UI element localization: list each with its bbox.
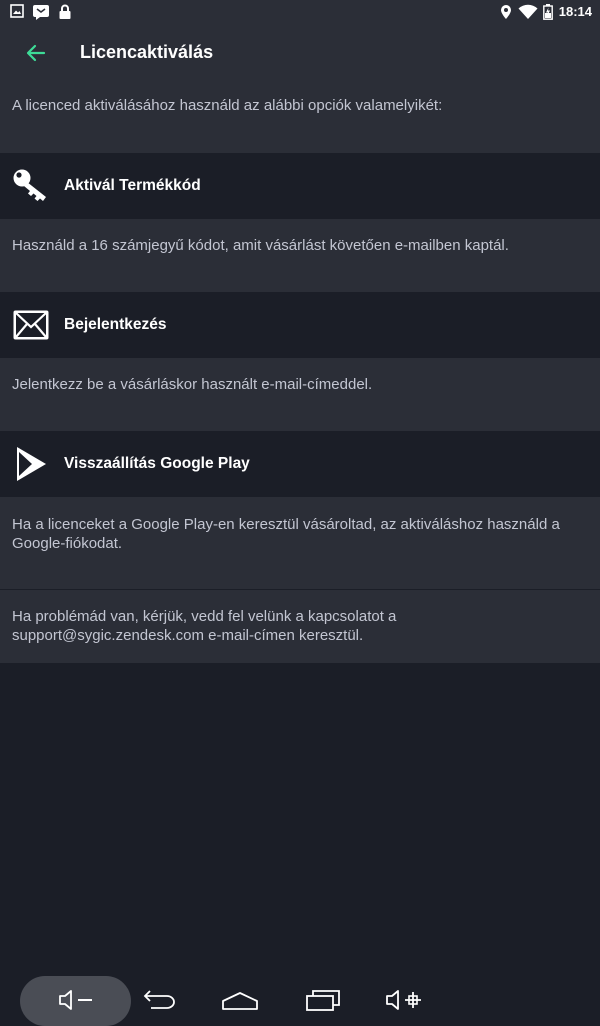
intro-text: A licenced aktiválásához használd az alá… bbox=[0, 82, 600, 153]
battery-icon bbox=[543, 4, 553, 20]
back-button[interactable] bbox=[16, 33, 56, 73]
option-description: Ha a licenceket a Google Play-en kereszt… bbox=[0, 497, 600, 589]
option-description: Használd a 16 számjegyű kódot, amit vásá… bbox=[0, 219, 600, 292]
arrow-left-icon bbox=[26, 44, 46, 62]
image-icon bbox=[10, 4, 24, 18]
option-description: Jelentkezz be a vásárláskor használt e-m… bbox=[0, 358, 600, 431]
navigation-bar bbox=[0, 970, 600, 1026]
support-text: Ha problémád van, kérjük, vedd fel velün… bbox=[0, 590, 600, 663]
activate-product-key-option[interactable]: Aktivál Termékkód bbox=[0, 153, 600, 219]
license-activation-content: A licenced aktiválásához használd az alá… bbox=[0, 82, 600, 663]
volume-up-icon bbox=[386, 990, 421, 1010]
volume-up-button[interactable] bbox=[382, 976, 426, 1024]
recents-icon bbox=[306, 990, 340, 1011]
sign-in-option[interactable]: Bejelentkezés bbox=[0, 292, 600, 358]
home-icon bbox=[222, 992, 258, 1010]
home-nav-button[interactable] bbox=[218, 976, 262, 1024]
wifi-icon bbox=[518, 4, 538, 19]
option-label: Aktivál Termékkód bbox=[64, 177, 201, 194]
back-nav-button[interactable] bbox=[138, 976, 180, 1024]
recents-nav-button[interactable] bbox=[302, 976, 344, 1024]
restore-google-play-option[interactable]: Visszaállítás Google Play bbox=[0, 431, 600, 497]
lock-icon bbox=[59, 4, 71, 19]
option-label: Bejelentkezés bbox=[64, 316, 167, 333]
envelope-icon bbox=[12, 306, 50, 344]
message-icon bbox=[33, 5, 49, 20]
location-icon bbox=[501, 5, 511, 19]
page-title: Licencaktiválás bbox=[80, 42, 214, 62]
status-bar: 18:14 bbox=[0, 0, 600, 24]
google-play-icon bbox=[12, 445, 50, 483]
status-time: 18:14 bbox=[558, 4, 592, 19]
key-icon bbox=[12, 167, 50, 205]
app-bar: Licencaktiválás bbox=[0, 24, 600, 82]
volume-down-icon bbox=[59, 990, 92, 1010]
volume-down-button[interactable] bbox=[55, 976, 97, 1024]
back-icon bbox=[143, 990, 175, 1009]
option-label: Visszaállítás Google Play bbox=[64, 455, 250, 472]
